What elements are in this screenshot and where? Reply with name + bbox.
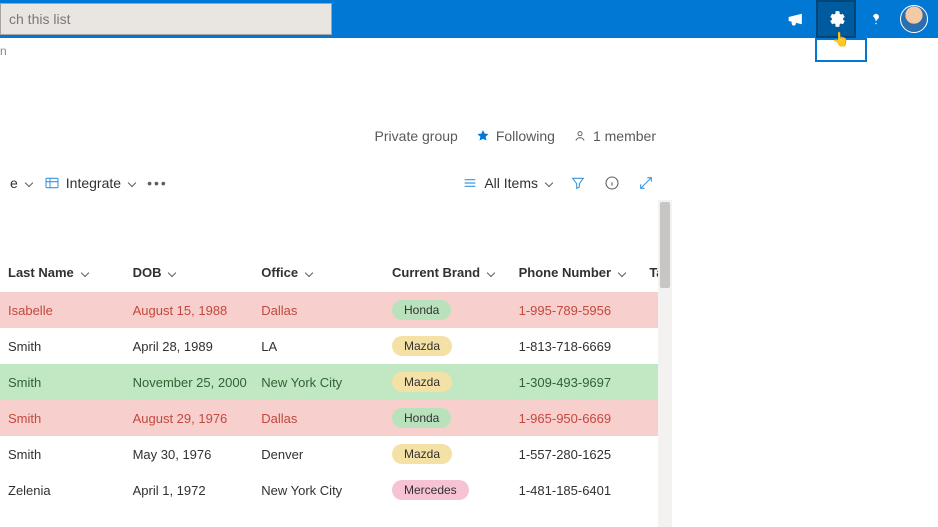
expand-icon xyxy=(638,175,654,191)
view-switcher[interactable]: All Items xyxy=(462,175,552,191)
search-box[interactable] xyxy=(0,3,332,35)
cmd-truncated-e-label: e xyxy=(10,175,18,191)
truncated-text: n xyxy=(0,44,7,58)
cell-office: New York City xyxy=(253,472,384,508)
cell-dob: August 29, 1976 xyxy=(125,400,254,436)
settings-dropdown-panel[interactable] xyxy=(815,38,867,62)
cell-phone: 1-995-789-5956 xyxy=(511,292,642,328)
cell-dob: August 15, 1988 xyxy=(125,292,254,328)
cell-brand: Honda xyxy=(384,292,511,328)
cell-brand: Honda xyxy=(384,400,511,436)
suite-bar xyxy=(0,0,938,38)
megaphone-icon[interactable] xyxy=(776,0,816,38)
table-row[interactable]: SmithMay 30, 1976Denver Mazda 1-557-280-16… xyxy=(0,436,672,472)
following-label: Following xyxy=(496,128,555,144)
cell-phone: 1-813-718-6669 xyxy=(511,328,642,364)
scrollbar-thumb[interactable] xyxy=(660,202,670,288)
cell-office: New York City xyxy=(253,364,384,400)
cmd-truncated-e[interactable]: e xyxy=(4,165,38,201)
col-last-name[interactable]: Last Name xyxy=(0,200,125,292)
members-count[interactable]: 1 member xyxy=(573,128,656,144)
cell-brand: Mercedes xyxy=(384,472,511,508)
table-row[interactable]: SmithApril 28, 1989LA Mazda 1-813-718-6669 xyxy=(0,328,672,364)
cell-last-name: Isabelle xyxy=(0,292,125,328)
cell-dob: May 30, 1976 xyxy=(125,436,254,472)
brand-pill: Mazda xyxy=(392,372,452,392)
cell-phone: 1-557-280-1625 xyxy=(511,436,642,472)
brand-pill: Mazda xyxy=(392,336,452,356)
search-input[interactable] xyxy=(7,10,331,28)
col-office[interactable]: Office xyxy=(253,200,384,292)
cmd-integrate[interactable]: Integrate xyxy=(38,165,141,201)
info-icon xyxy=(604,175,620,191)
scrollbar[interactable] xyxy=(658,200,672,527)
cell-last-name: Smith xyxy=(0,328,125,364)
help-icon xyxy=(867,10,885,28)
table-row[interactable]: SmithNovember 25, 2000New York City Mazda… xyxy=(0,364,672,400)
chevron-down-icon xyxy=(305,268,313,276)
chevron-down-icon xyxy=(168,268,176,276)
filter-button[interactable] xyxy=(570,175,586,191)
col-brand[interactable]: Current Brand xyxy=(384,200,511,292)
cell-dob: April 1, 1972 xyxy=(125,472,254,508)
chevron-down-icon xyxy=(545,179,553,187)
col-dob[interactable]: DOB xyxy=(125,200,254,292)
table-row[interactable]: IsabelleAugust 15, 1988Dallas Honda 1-995-… xyxy=(0,292,672,328)
list-meta: Private group Following 1 member xyxy=(375,128,656,144)
cell-office: Dallas xyxy=(253,292,384,328)
cell-brand: Mazda xyxy=(384,328,511,364)
expand-button[interactable] xyxy=(638,175,654,191)
settings-button[interactable] xyxy=(816,0,856,38)
brand-pill: Mazda xyxy=(392,444,452,464)
cell-phone: 1-481-185-6401 xyxy=(511,472,642,508)
chevron-down-icon xyxy=(487,268,495,276)
view-name-label: All Items xyxy=(484,175,538,191)
chevron-down-icon xyxy=(128,179,136,187)
table-row[interactable]: ZeleniaApril 1, 1972New York City Mercede… xyxy=(0,472,672,508)
cell-phone: 1-965-950-6669 xyxy=(511,400,642,436)
brand-pill: Mercedes xyxy=(392,480,469,500)
col-phone[interactable]: Phone Number xyxy=(511,200,642,292)
cell-brand: Mazda xyxy=(384,436,511,472)
privacy-label: Private group xyxy=(375,128,458,144)
chevron-down-icon xyxy=(618,268,626,276)
list-icon xyxy=(462,175,478,191)
members-label: 1 member xyxy=(593,128,656,144)
cell-last-name: Smith xyxy=(0,400,125,436)
grid: Last Name DOB Office Current Brand Phone… xyxy=(0,200,672,527)
brand-pill: Honda xyxy=(392,408,451,428)
cell-office: LA xyxy=(253,328,384,364)
star-icon xyxy=(476,129,490,143)
cell-dob: April 28, 1989 xyxy=(125,328,254,364)
cell-phone: 1-309-493-9697 xyxy=(511,364,642,400)
command-bar: e Integrate ••• All Items xyxy=(0,165,658,201)
info-button[interactable] xyxy=(604,175,620,191)
filter-icon xyxy=(570,175,586,191)
cmd-integrate-label: Integrate xyxy=(66,175,121,191)
avatar[interactable] xyxy=(900,5,928,33)
data-table: Last Name DOB Office Current Brand Phone… xyxy=(0,200,672,508)
table-row[interactable]: SmithAugust 29, 1976Dallas Honda 1-965-950… xyxy=(0,400,672,436)
cmd-overflow[interactable]: ••• xyxy=(141,165,174,201)
chevron-down-icon xyxy=(81,268,89,276)
cell-office: Denver xyxy=(253,436,384,472)
cell-office: Dallas xyxy=(253,400,384,436)
cell-last-name: Zelenia xyxy=(0,472,125,508)
cell-brand: Mazda xyxy=(384,364,511,400)
help-button[interactable] xyxy=(856,0,896,38)
cell-last-name: Smith xyxy=(0,364,125,400)
ellipsis-icon: ••• xyxy=(147,175,168,191)
chevron-down-icon xyxy=(25,179,33,187)
following-toggle[interactable]: Following xyxy=(476,128,555,144)
cell-last-name: Smith xyxy=(0,436,125,472)
integrate-icon xyxy=(44,175,60,191)
cell-dob: November 25, 2000 xyxy=(125,364,254,400)
table-header-row: Last Name DOB Office Current Brand Phone… xyxy=(0,200,672,292)
gear-icon xyxy=(827,10,845,28)
person-icon xyxy=(573,129,587,143)
brand-pill: Honda xyxy=(392,300,451,320)
